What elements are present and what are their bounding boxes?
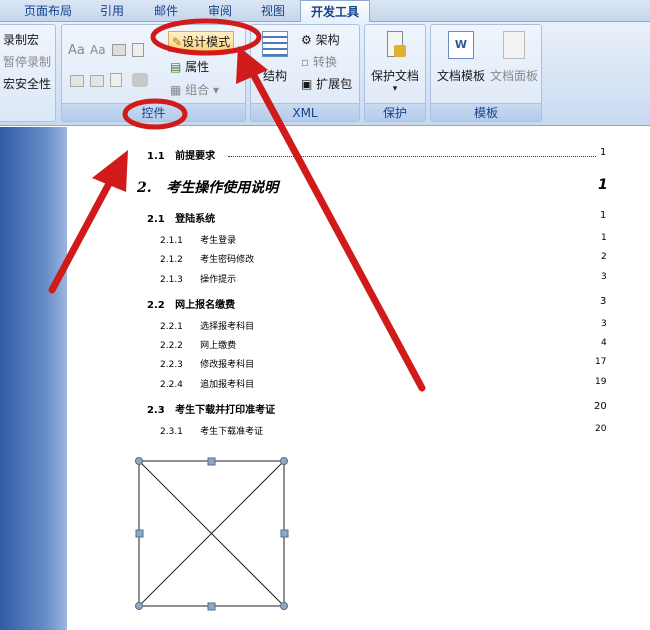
image-placeholder-control[interactable] (135, 457, 289, 611)
